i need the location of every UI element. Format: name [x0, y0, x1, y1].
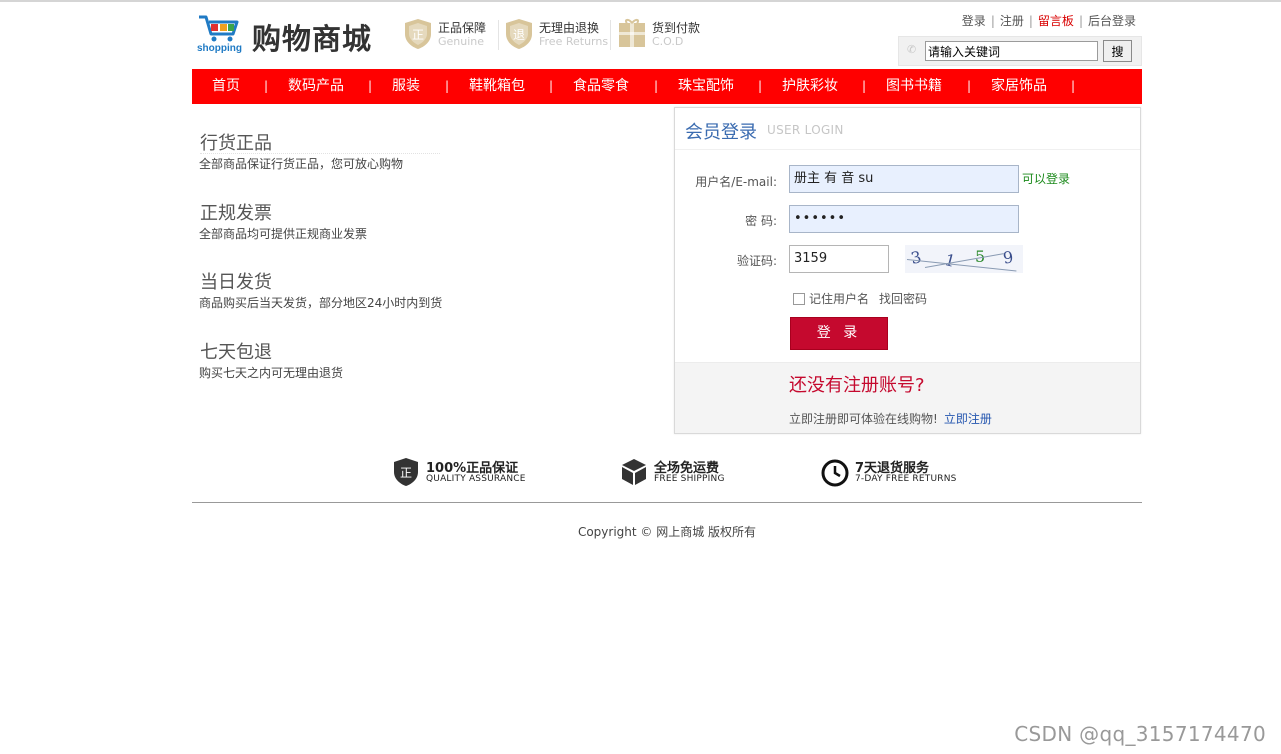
- feature-title: 当日发货: [200, 272, 272, 293]
- nav-separator: |: [862, 79, 867, 93]
- username-label: 用户名/E-mail:: [695, 175, 777, 189]
- nav-separator: |: [1071, 79, 1076, 93]
- password-label: 密 码:: [745, 214, 777, 228]
- nav-separator: |: [654, 79, 659, 93]
- login-title-en: USER LOGIN: [767, 123, 844, 137]
- service-strip: 正 100%正品保证 QUALITY ASSURANCE 全场免运费 FREE …: [192, 454, 1142, 492]
- logo-text: 购物商城: [252, 22, 373, 56]
- watermark: CSDN @qq_3157174470: [1014, 722, 1266, 746]
- footer-divider: [192, 502, 1142, 503]
- feature-item: 当日发货 商品购买后当天发货，部分地区24小时内到货: [199, 271, 443, 311]
- login-title: 会员登录: [685, 122, 757, 143]
- svg-text:退: 退: [513, 28, 525, 42]
- feature-title: 七天包退: [200, 342, 272, 363]
- box-icon: [622, 459, 646, 485]
- nav-separator: |: [368, 79, 373, 93]
- nav-item-books[interactable]: 图书书籍: [886, 69, 942, 104]
- shield-tui-icon: 退: [506, 19, 532, 49]
- nav-separator: |: [445, 79, 450, 93]
- register-text: 立即注册即可体验在线购物! 立即注册: [789, 412, 992, 426]
- login-panel-header: 会员登录 USER LOGIN: [675, 108, 1140, 150]
- feature-desc: 全部商品保证行货正品，您可放心购物: [199, 157, 404, 171]
- captcha-image[interactable]: 3 1 5 9: [905, 245, 1023, 273]
- nav-separator: |: [758, 79, 763, 93]
- register-link[interactable]: 注册: [1000, 14, 1024, 28]
- remember-row: 记住用户名 找回密码: [793, 290, 927, 307]
- register-prompt: 还没有注册账号? 立即注册即可体验在线购物! 立即注册: [675, 362, 1140, 433]
- feature-item: 行货正品 全部商品保证行货正品，您可放心购物: [199, 132, 440, 172]
- nav-item-home[interactable]: 首页: [212, 69, 240, 104]
- feature-title: 正规发票: [200, 203, 272, 224]
- shopping-cart-logo-icon: shopping: [197, 15, 242, 54]
- remember-label[interactable]: 记住用户名: [809, 292, 869, 306]
- site-header: shopping 购物商城 正 正品保障 Genuine 退 无理由退换 Fre…: [192, 10, 1142, 66]
- username-field[interactable]: 册主 有 音 su: [789, 165, 1019, 193]
- main-nav: 首页 | 数码产品 | 服装 | 鞋靴箱包 | 食品零食 | 珠宝配饰 | 护肤…: [192, 69, 1142, 104]
- badge-cod: 货到付款 C.O.D: [618, 16, 708, 52]
- badge-free-returns: 退 无理由退换 Free Returns: [505, 16, 610, 52]
- badge-genuine: 正 正品保障 Genuine: [404, 16, 504, 52]
- gift-box-icon: [619, 19, 645, 47]
- logo[interactable]: shopping 购物商城: [197, 14, 387, 56]
- captcha-input[interactable]: 3159: [789, 245, 889, 273]
- clock-icon: [821, 459, 849, 487]
- nav-item-clothing[interactable]: 服装: [392, 69, 420, 104]
- feature-desc: 全部商品均可提供正规商业发票: [199, 227, 368, 241]
- shield-zheng-icon: 正: [394, 458, 418, 486]
- search-input[interactable]: [925, 41, 1098, 61]
- nav-item-cosmetics[interactable]: 护肤彩妆: [782, 69, 838, 104]
- login-link[interactable]: 登录: [962, 14, 986, 28]
- admin-login-link[interactable]: 后台登录: [1088, 14, 1136, 28]
- login-submit-button[interactable]: 登 录: [790, 317, 888, 350]
- captcha-label: 验证码:: [736, 254, 777, 268]
- remember-checkbox[interactable]: [793, 293, 805, 305]
- nav-item-food[interactable]: 食品零食: [573, 69, 629, 104]
- service-returns: 7天退货服务 7-DAY FREE RETURNS: [821, 454, 971, 492]
- svg-text:shopping: shopping: [197, 43, 242, 54]
- divider: [498, 20, 499, 50]
- search-button[interactable]: 搜: [1103, 40, 1132, 62]
- register-question: 还没有注册账号?: [789, 375, 925, 396]
- service-quality: 正 100%正品保证 QUALITY ASSURANCE: [392, 454, 542, 492]
- svg-text:正: 正: [400, 466, 412, 480]
- login-panel: 会员登录 USER LOGIN 用户名/E-mail: 册主 有 音 su 可以…: [674, 107, 1141, 434]
- nav-item-shoes-bags[interactable]: 鞋靴箱包: [469, 69, 525, 104]
- feature-desc: 购买七天之内可无理由退货: [199, 366, 344, 380]
- feature-item: 七天包退 购买七天之内可无理由退货: [199, 341, 344, 381]
- phone-icon: ✆: [907, 43, 917, 56]
- shield-zheng-icon: 正: [405, 19, 431, 49]
- divider: [200, 153, 440, 154]
- top-links: 登录 | 注册 | 留言板 | 后台登录: [961, 14, 1136, 28]
- search-bar: ✆ 搜: [898, 36, 1142, 66]
- nav-separator: |: [264, 79, 269, 93]
- nav-separator: |: [549, 79, 554, 93]
- register-now-link[interactable]: 立即注册: [944, 412, 992, 426]
- svg-text:正: 正: [412, 28, 424, 42]
- nav-item-jewelry[interactable]: 珠宝配饰: [678, 69, 734, 104]
- nav-item-home-decor[interactable]: 家居饰品: [991, 69, 1047, 104]
- forgot-password-link[interactable]: 找回密码: [879, 292, 927, 306]
- password-field[interactable]: ••••••: [789, 205, 1019, 233]
- guestbook-link[interactable]: 留言板: [1038, 14, 1074, 28]
- feature-item: 正规发票 全部商品均可提供正规商业发票: [199, 202, 368, 242]
- service-free-shipping: 全场免运费 FREE SHIPPING: [620, 454, 750, 492]
- nav-separator: |: [967, 79, 972, 93]
- divider: [610, 20, 611, 50]
- copyright: Copyright © 网上商城 版权所有: [577, 525, 757, 539]
- nav-item-digital[interactable]: 数码产品: [288, 69, 344, 104]
- username-status: 可以登录: [1022, 172, 1071, 186]
- feature-desc: 商品购买后当天发货，部分地区24小时内到货: [199, 296, 443, 310]
